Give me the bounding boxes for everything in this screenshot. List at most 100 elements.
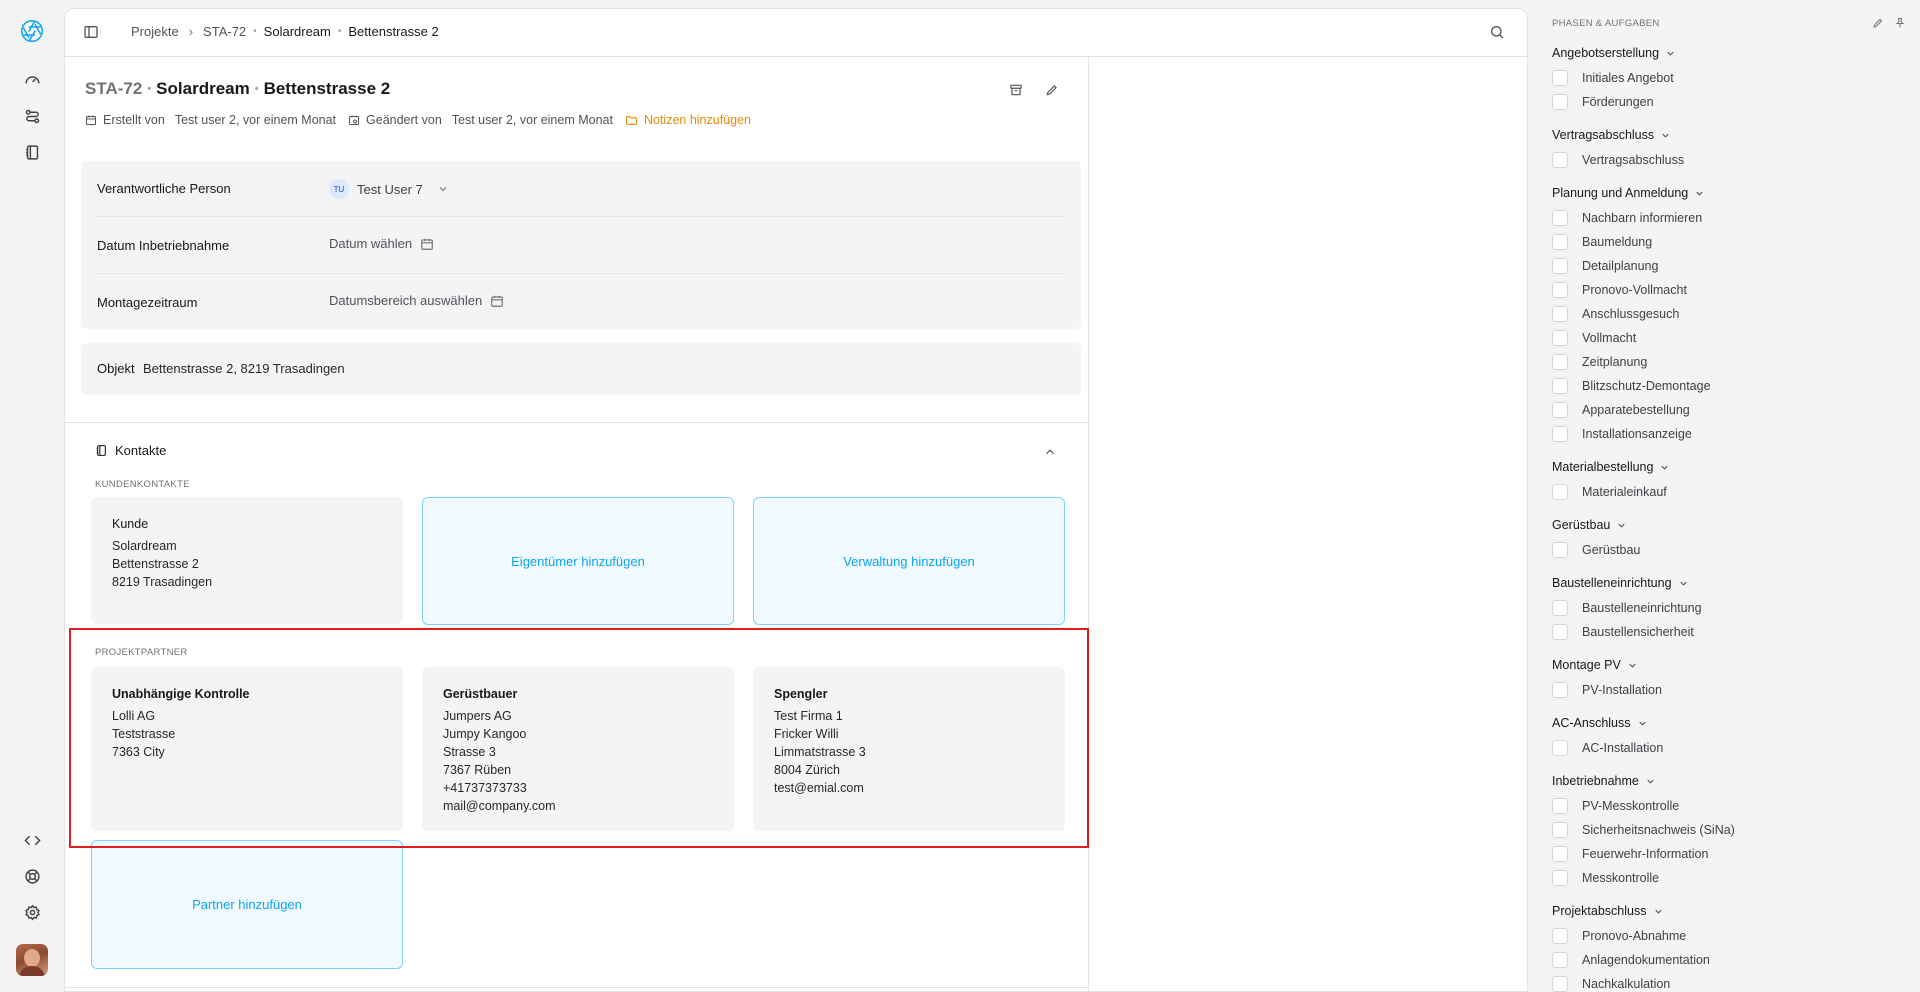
breadcrumb-project-id[interactable]: STA-72 [203,24,246,39]
kontakte-header[interactable]: Kontakte [95,443,166,458]
task-checkbox[interactable] [1552,682,1568,698]
installation-period-picker[interactable]: Datumsbereich auswählen [329,293,504,308]
task-item: Baumeldung [1552,234,1652,250]
code-icon[interactable] [20,828,44,852]
separator-dot: • [147,83,152,95]
responsible-person-select[interactable]: TU Test User 7 [329,179,449,199]
phase-group-header[interactable]: Baustelleneinrichtung [1552,576,1689,590]
task-checkbox[interactable] [1552,952,1568,968]
aperture-logo-icon[interactable] [19,18,45,44]
divider [65,422,1089,423]
task-checkbox[interactable] [1552,306,1568,322]
commissioning-date-row: Datum Inbetriebnahme Datum wählen [97,218,1065,274]
phase-group-header[interactable]: Montage PV [1552,658,1638,672]
chevron-down-icon [1647,779,1654,784]
archive-icon[interactable] [1009,83,1025,99]
phase-group-header[interactable]: Vertragsabschluss [1552,128,1671,142]
pin-icon[interactable] [1894,17,1906,29]
chevron-down-icon [1618,523,1626,528]
partner-title: Unabhängige Kontrolle [112,687,250,701]
task-label: Anschlussgesuch [1582,307,1680,321]
pencil-icon[interactable] [1872,17,1884,29]
task-checkbox[interactable] [1552,70,1568,86]
sidebar-toggle-icon[interactable] [83,24,101,42]
partner-line: mail@company.com [443,799,556,813]
task-checkbox[interactable] [1552,798,1568,814]
separator-dot: • [337,26,342,37]
chevron-up-icon[interactable] [1043,445,1057,459]
task-checkbox[interactable] [1552,542,1568,558]
phase-group-name: Baustelleneinrichtung [1552,576,1672,590]
task-checkbox[interactable] [1552,624,1568,640]
meta-row: Erstellt von Test user 2, vor einem Mona… [85,113,763,127]
task-checkbox[interactable] [1552,426,1568,442]
partner-title: Gerüstbauer [443,687,518,701]
phase-group-header[interactable]: Inbetriebnahme [1552,774,1656,788]
phase-group-header[interactable]: Gerüstbau [1552,518,1627,532]
phase-group-header[interactable]: Projektabschluss [1552,904,1664,918]
top-bar: Projekte › STA-72 • Solardream • Bettens… [65,9,1527,57]
route-icon[interactable] [20,104,44,128]
add-eigentuemer-button[interactable]: Eigentümer hinzufügen [422,497,734,625]
project-address: Bettenstrasse 2 [263,79,391,98]
add-notes-label: Notizen hinzufügen [643,113,751,127]
task-checkbox[interactable] [1552,354,1568,370]
avatar[interactable] [16,944,48,976]
task-checkbox[interactable] [1552,378,1568,394]
task-checkbox[interactable] [1552,402,1568,418]
created-label: Erstellt von [103,113,165,127]
left-rail [0,0,64,992]
lifebuoy-icon[interactable] [20,864,44,888]
search-icon[interactable] [1489,24,1507,42]
partner-card[interactable]: Spengler Test Firma 1 Fricker Willi Limm… [753,667,1065,831]
task-item: Gerüstbau [1552,542,1640,558]
kunde-card[interactable]: Kunde Solardream Bettenstrasse 2 8219 Tr… [91,497,403,624]
breadcrumb-projekte[interactable]: Projekte [131,24,179,39]
task-checkbox[interactable] [1552,822,1568,838]
task-label: PV-Installation [1582,683,1662,697]
task-checkbox[interactable] [1552,976,1568,992]
task-checkbox[interactable] [1552,330,1568,346]
phase-group-header[interactable]: Planung und Anmeldung [1552,186,1705,200]
partner-line: Test Firma 1 [774,709,843,723]
task-checkbox[interactable] [1552,234,1568,250]
phase-group-header[interactable]: AC-Anschluss [1552,716,1648,730]
objekt-value: Bettenstrasse 2, 8219 Trasadingen [143,361,345,376]
task-checkbox[interactable] [1552,94,1568,110]
task-checkbox[interactable] [1552,928,1568,944]
task-item: Anschlussgesuch [1552,306,1679,322]
partner-card[interactable]: Gerüstbauer Jumpers AG Jumpy Kangoo Stra… [422,667,734,831]
task-checkbox[interactable] [1552,282,1568,298]
partner-line: test@emial.com [774,781,864,795]
task-label: Gerüstbau [1582,543,1641,557]
task-checkbox[interactable] [1552,258,1568,274]
partner-card[interactable]: Unabhängige Kontrolle Lolli AG Teststras… [91,667,403,831]
pencil-icon[interactable] [1045,83,1061,99]
project-content: STA-72 • Solardream • Bettenstrasse 2 Erstel… [65,57,1089,991]
task-checkbox[interactable] [1552,846,1568,862]
partner-line: +41737373733 [443,781,527,795]
task-checkbox[interactable] [1552,210,1568,226]
task-label: Blitzschutz-Demontage [1582,379,1711,393]
address-book-icon[interactable] [20,140,44,164]
gear-icon[interactable] [20,900,44,924]
gauge-icon[interactable] [20,68,44,92]
task-label: Baumeldung [1582,235,1653,249]
phase-group-header[interactable]: Angebotserstellung [1552,46,1676,60]
add-notes-button[interactable]: Notizen hinzufügen [625,113,751,127]
task-label: Apparatebestellung [1582,403,1690,417]
commissioning-date-picker[interactable]: Datum wählen [329,236,434,251]
task-checkbox[interactable] [1552,740,1568,756]
phase-group-name: Materialbestellung [1552,460,1654,474]
add-verwaltung-button[interactable]: Verwaltung hinzufügen [753,497,1065,625]
task-label: Nachkalkulation [1582,977,1671,991]
task-checkbox[interactable] [1552,870,1568,886]
task-checkbox[interactable] [1552,484,1568,500]
created-info: Erstellt von Test user 2, vor einem Mona… [85,113,336,127]
project-client: Solardream [156,79,250,98]
page-title: STA-72 • Solardream • Bettenstrasse 2 [85,79,390,99]
task-checkbox[interactable] [1552,152,1568,168]
add-partner-button[interactable]: Partner hinzufügen [91,840,403,969]
task-checkbox[interactable] [1552,600,1568,616]
phase-group-header[interactable]: Materialbestellung [1552,460,1670,474]
